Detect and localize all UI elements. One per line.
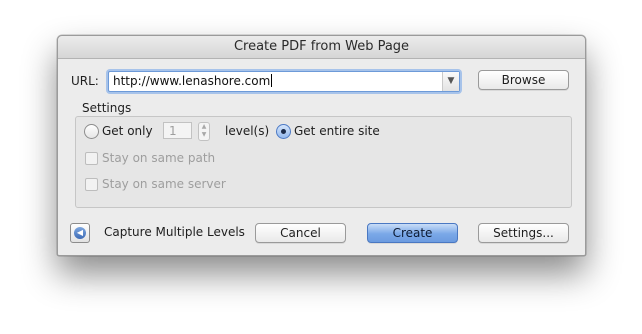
settings-button[interactable]: Settings... [478,223,569,243]
cancel-button[interactable]: Cancel [255,223,346,243]
browse-button[interactable]: Browse [478,70,569,90]
url-label: URL: [71,74,99,88]
stepper-arrows-icon: ▲ ▼ [198,122,210,141]
capture-levels-label: Capture Multiple Levels [104,225,245,239]
stay-same-path-checkbox[interactable] [85,152,98,165]
get-entire-site-label[interactable]: Get entire site [294,124,380,138]
chevron-down-icon[interactable]: ▼ [442,72,459,91]
get-only-radio[interactable] [84,124,99,139]
create-pdf-dialog: Create PDF from Web Page URL: http://www… [57,35,586,256]
dialog-title: Create PDF from Web Page [233,39,410,54]
title-bar[interactable]: Create PDF from Web Page [58,36,585,59]
url-combobox[interactable]: http://www.lenashore.com ▼ [108,71,460,92]
stay-same-server-checkbox[interactable] [85,178,98,191]
capture-levels-toggle[interactable]: ◀ [70,223,90,243]
levels-label: level(s) [225,124,270,138]
disclosure-left-icon: ◀ [74,227,86,239]
levels-field: 1 [163,122,192,139]
settings-group-label: Settings [82,101,132,115]
url-input[interactable]: http://www.lenashore.com [113,74,273,88]
get-entire-site-radio[interactable] [276,124,291,139]
stay-same-path-label: Stay on same path [102,151,216,165]
create-button[interactable]: Create [367,223,458,243]
stay-same-server-label: Stay on same server [102,177,226,191]
get-only-label[interactable]: Get only [102,124,153,138]
text-caret [271,74,273,87]
